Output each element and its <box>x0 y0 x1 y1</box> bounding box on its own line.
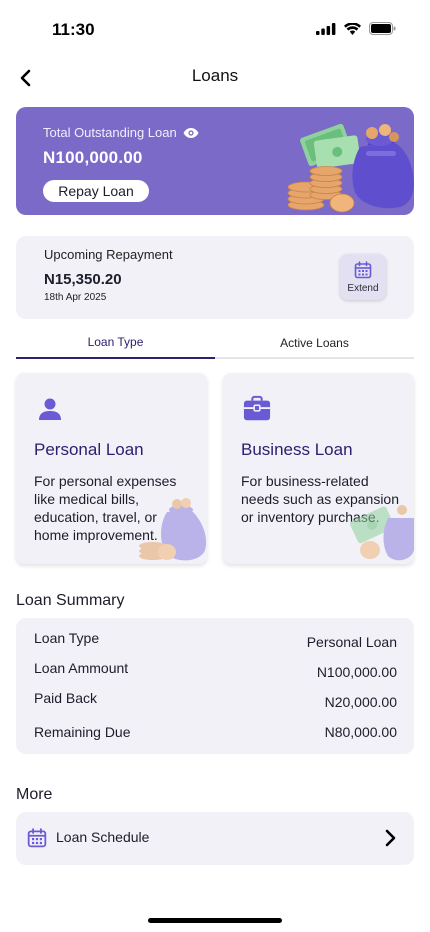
loan-tabs: Loan Type Active Loans <box>16 327 414 359</box>
status-bar: 11:30 <box>0 0 430 56</box>
outstanding-loan-label-row: Total Outstanding Loan <box>43 125 199 140</box>
personal-loan-card[interactable]: Personal Loan For personal expenses like… <box>16 373 207 564</box>
summary-value: Personal Loan <box>306 634 397 650</box>
extend-label: Extend <box>347 282 379 294</box>
extend-button[interactable]: Extend <box>340 254 386 300</box>
summary-value: N80,000.00 <box>324 724 397 740</box>
briefcase-icon <box>243 395 271 423</box>
tab-loan-type[interactable]: Loan Type <box>16 327 215 359</box>
loan-schedule-item[interactable]: Loan Schedule <box>16 812 414 865</box>
tab-active-loans[interactable]: Active Loans <box>215 327 414 359</box>
business-loan-title: Business Loan <box>241 440 353 459</box>
nav-bar: Loans <box>0 56 430 96</box>
battery-icon <box>369 22 396 35</box>
upcoming-repayment-label: Upcoming Repayment <box>44 247 173 262</box>
money-bag-illustration <box>139 498 207 561</box>
summary-key: Loan Ammount <box>34 660 129 676</box>
loan-summary-card: Loan Type Personal Loan Loan Ammount N10… <box>16 618 414 754</box>
upcoming-repayment-card: Upcoming Repayment N15,350.20 18th Apr 2… <box>16 236 414 319</box>
business-loan-card[interactable]: Business Loan For business-related needs… <box>223 373 414 564</box>
money-illustration <box>349 505 414 561</box>
summary-row: Loan Ammount N100,000.00 <box>34 660 397 680</box>
chevron-right-icon <box>385 829 396 847</box>
outstanding-loan-label: Total Outstanding Loan <box>43 125 177 140</box>
status-icons <box>316 22 396 35</box>
outstanding-loan-amount: N100,000.00 <box>43 148 143 167</box>
outstanding-loan-card: Total Outstanding Loan N100,000.00 Repay… <box>16 107 414 215</box>
calendar-icon <box>354 260 372 278</box>
money-bag-illustration <box>287 123 414 213</box>
summary-value: N100,000.00 <box>316 664 397 680</box>
person-icon <box>36 395 64 423</box>
page-title: Loans <box>191 66 239 85</box>
home-indicator[interactable] <box>148 918 282 923</box>
repay-loan-button[interactable]: Repay Loan <box>43 180 149 202</box>
loan-schedule-label: Loan Schedule <box>56 829 150 845</box>
signal-icon <box>316 22 336 35</box>
loan-summary-title: Loan Summary <box>16 592 125 609</box>
summary-key: Loan Type <box>34 630 100 646</box>
status-time: 11:30 <box>52 20 95 39</box>
summary-value: N20,000.00 <box>324 694 397 710</box>
eye-icon[interactable] <box>183 127 199 139</box>
summary-row: Remaining Due N80,000.00 <box>34 724 397 744</box>
more-title: More <box>16 786 53 803</box>
upcoming-repayment-amount: N15,350.20 <box>44 271 122 288</box>
summary-key: Paid Back <box>34 690 98 706</box>
personal-loan-title: Personal Loan <box>34 440 144 459</box>
summary-row: Loan Type Personal Loan <box>34 630 397 650</box>
upcoming-repayment-date: 18th Apr 2025 <box>44 292 107 303</box>
summary-key: Remaining Due <box>34 724 131 740</box>
summary-row: Paid Back N20,000.00 <box>34 690 397 710</box>
calendar-icon <box>27 828 47 848</box>
wifi-icon <box>344 22 361 35</box>
